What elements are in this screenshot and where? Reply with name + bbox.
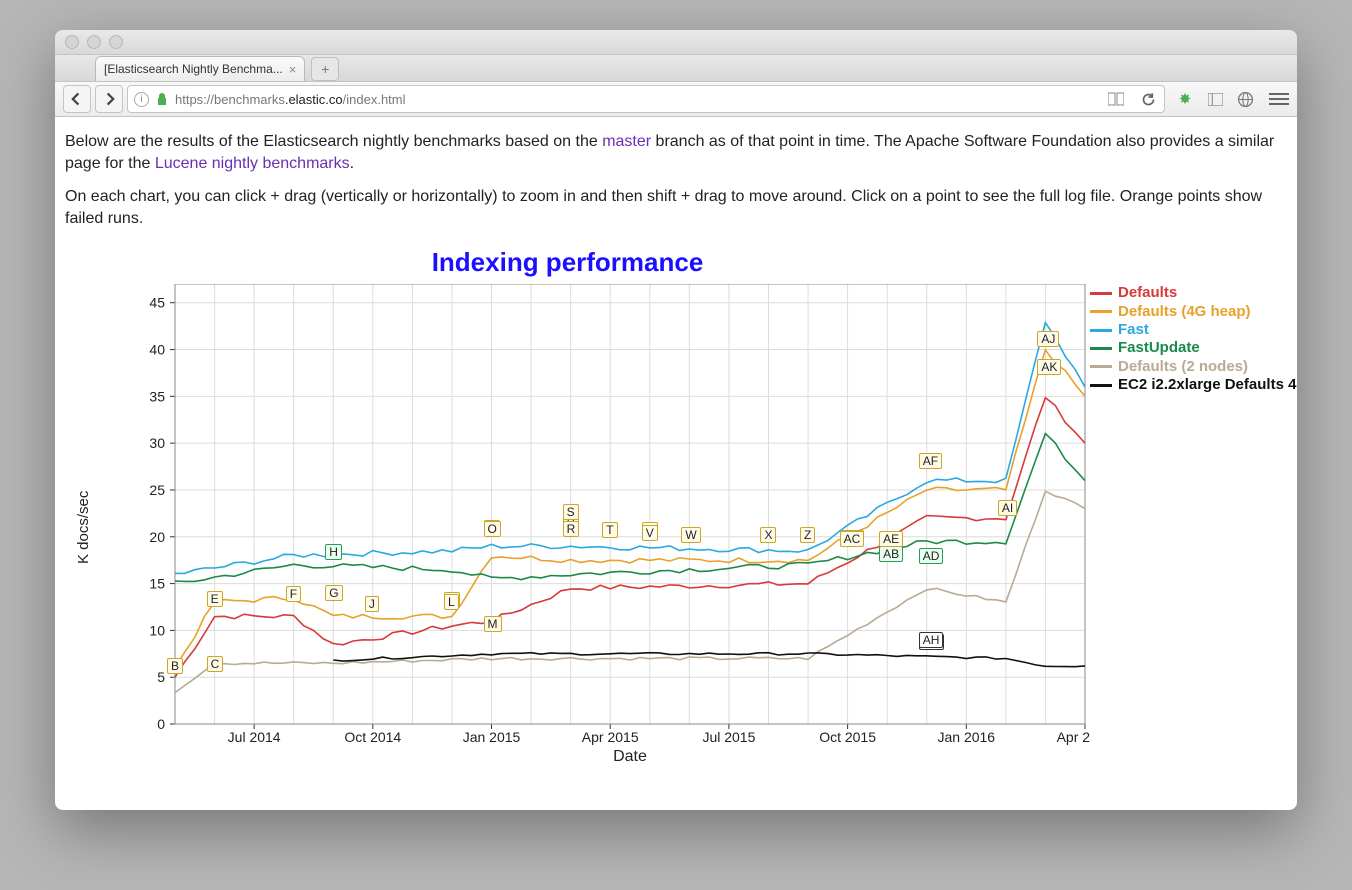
traffic-light-close[interactable]	[65, 35, 79, 49]
legend-label: EC2 i2.2xlarge Defaults 4G	[1118, 376, 1297, 394]
chart-annotation[interactable]: S	[563, 504, 579, 520]
page-content: Below are the results of the Elasticsear…	[55, 117, 1297, 810]
chart-annotation[interactable]: C	[207, 656, 224, 672]
tab-label: [Elasticsearch Nightly Benchma...	[104, 62, 283, 76]
reload-button[interactable]	[1138, 89, 1158, 109]
browser-tab[interactable]: [Elasticsearch Nightly Benchma... ×	[95, 56, 305, 81]
y-axis-label: K docs/sec	[75, 491, 92, 564]
svg-text:45: 45	[149, 295, 165, 311]
chart-annotation[interactable]: M	[484, 616, 502, 632]
legend-swatch	[1090, 310, 1112, 313]
globe-icon[interactable]	[1235, 89, 1255, 109]
svg-text:10: 10	[149, 623, 165, 639]
svg-text:0: 0	[157, 716, 165, 732]
traffic-light-max[interactable]	[109, 35, 123, 49]
svg-text:25: 25	[149, 482, 165, 498]
chart-annotation[interactable]: E	[207, 591, 223, 607]
chart-annotation[interactable]: J	[365, 596, 379, 612]
svg-text:20: 20	[149, 529, 165, 545]
legend-label: Defaults (4G heap)	[1118, 303, 1251, 321]
legend-label: Defaults (2 nodes)	[1118, 358, 1248, 376]
info-icon: i	[134, 92, 149, 107]
chart-annotation[interactable]: F	[286, 586, 301, 602]
chart-annotation[interactable]: AH	[919, 632, 944, 648]
close-tab-icon[interactable]: ×	[289, 62, 297, 77]
svg-text:Oct 2015: Oct 2015	[819, 729, 876, 745]
arrow-right-icon	[102, 92, 116, 106]
link-master[interactable]: master	[602, 133, 651, 150]
window-titlebar	[55, 30, 1297, 55]
chart-annotation[interactable]: AI	[998, 500, 1017, 516]
svg-text:15: 15	[149, 576, 165, 592]
chart-legend: DefaultsDefaults (4G heap)FastFastUpdate…	[1090, 284, 1297, 394]
tabstrip: [Elasticsearch Nightly Benchma... × +	[55, 55, 1297, 82]
svg-text:Apr 2016: Apr 2016	[1057, 729, 1090, 745]
svg-text:Apr 2015: Apr 2015	[582, 729, 639, 745]
legend-swatch	[1090, 384, 1112, 387]
svg-text:Jan 2016: Jan 2016	[937, 729, 995, 745]
svg-text:40: 40	[149, 342, 165, 358]
legend-label: FastUpdate	[1118, 339, 1200, 357]
extension-icon[interactable]: ✸	[1175, 89, 1195, 109]
svg-text:Oct 2014: Oct 2014	[344, 729, 401, 745]
legend-item[interactable]: Defaults	[1090, 284, 1297, 302]
chart-annotation[interactable]: G	[325, 585, 342, 601]
chart-annotation[interactable]: X	[760, 527, 776, 543]
new-tab-button[interactable]: +	[311, 57, 339, 81]
svg-text:Jul 2014: Jul 2014	[228, 729, 281, 745]
arrow-left-icon	[70, 92, 84, 106]
svg-text:Jan 2015: Jan 2015	[463, 729, 521, 745]
chart-annotation[interactable]: AB	[879, 546, 903, 562]
chart-annotation[interactable]: V	[642, 525, 658, 541]
svg-text:30: 30	[149, 436, 165, 452]
forward-button[interactable]	[95, 85, 123, 113]
url-text: https://benchmarks.elastic.co/index.html	[175, 92, 406, 107]
chart-annotation[interactable]: AD	[919, 548, 944, 564]
svg-text:Jul 2015: Jul 2015	[702, 729, 755, 745]
svg-text:5: 5	[157, 670, 165, 686]
intro-paragraph-1: Below are the results of the Elasticsear…	[65, 131, 1287, 174]
legend-item[interactable]: FastUpdate	[1090, 339, 1297, 357]
chart-annotation[interactable]: W	[681, 527, 700, 543]
chart-annotation[interactable]: O	[484, 521, 501, 537]
legend-swatch	[1090, 347, 1112, 350]
chart-title: Indexing performance	[105, 247, 1030, 278]
url-bar[interactable]: i https://benchmarks.elastic.co/index.ht…	[127, 85, 1165, 113]
chart-annotation[interactable]: AC	[840, 531, 865, 547]
svg-text:35: 35	[149, 389, 165, 405]
menu-button[interactable]	[1269, 93, 1289, 105]
legend-item[interactable]: Defaults (4G heap)	[1090, 303, 1297, 321]
link-lucene-benchmarks[interactable]: Lucene nightly benchmarks	[155, 155, 350, 172]
chart-area[interactable]: K docs/sec Jul 2014 Oct 2014 Jan 2015 Apr 2…	[75, 284, 1287, 764]
sidebar-icon[interactable]	[1205, 89, 1225, 109]
legend-label: Fast	[1118, 321, 1149, 339]
back-button[interactable]	[63, 85, 91, 113]
legend-item[interactable]: EC2 i2.2xlarge Defaults 4G	[1090, 376, 1297, 394]
svg-text:Date: Date	[613, 748, 647, 764]
browser-toolbar: i https://benchmarks.elastic.co/index.ht…	[55, 82, 1297, 117]
legend-item[interactable]: Fast	[1090, 321, 1297, 339]
intro-paragraph-2: On each chart, you can click + drag (ver…	[65, 186, 1287, 229]
legend-item[interactable]: Defaults (2 nodes)	[1090, 358, 1297, 376]
reader-mode-icon[interactable]	[1106, 89, 1126, 109]
chart-annotation[interactable]: Z	[800, 527, 815, 543]
chart-annotation[interactable]: AK	[1037, 359, 1061, 375]
chart-annotation[interactable]: AE	[879, 531, 903, 547]
legend-swatch	[1090, 329, 1112, 332]
chart-annotation[interactable]: AJ	[1037, 331, 1059, 347]
legend-label: Defaults	[1118, 284, 1177, 302]
chart-annotation[interactable]: R	[563, 521, 580, 537]
legend-swatch	[1090, 365, 1112, 368]
chart-annotation[interactable]: AF	[919, 453, 942, 469]
chart-annotation[interactable]: B	[167, 658, 183, 674]
traffic-light-min[interactable]	[87, 35, 101, 49]
browser-window: [Elasticsearch Nightly Benchma... × + i …	[55, 30, 1297, 810]
chart-annotation[interactable]: H	[325, 544, 342, 560]
chart-annotation[interactable]: L	[444, 594, 459, 610]
chart-annotation[interactable]: T	[602, 522, 617, 538]
lock-icon	[155, 92, 169, 106]
legend-swatch	[1090, 292, 1112, 295]
